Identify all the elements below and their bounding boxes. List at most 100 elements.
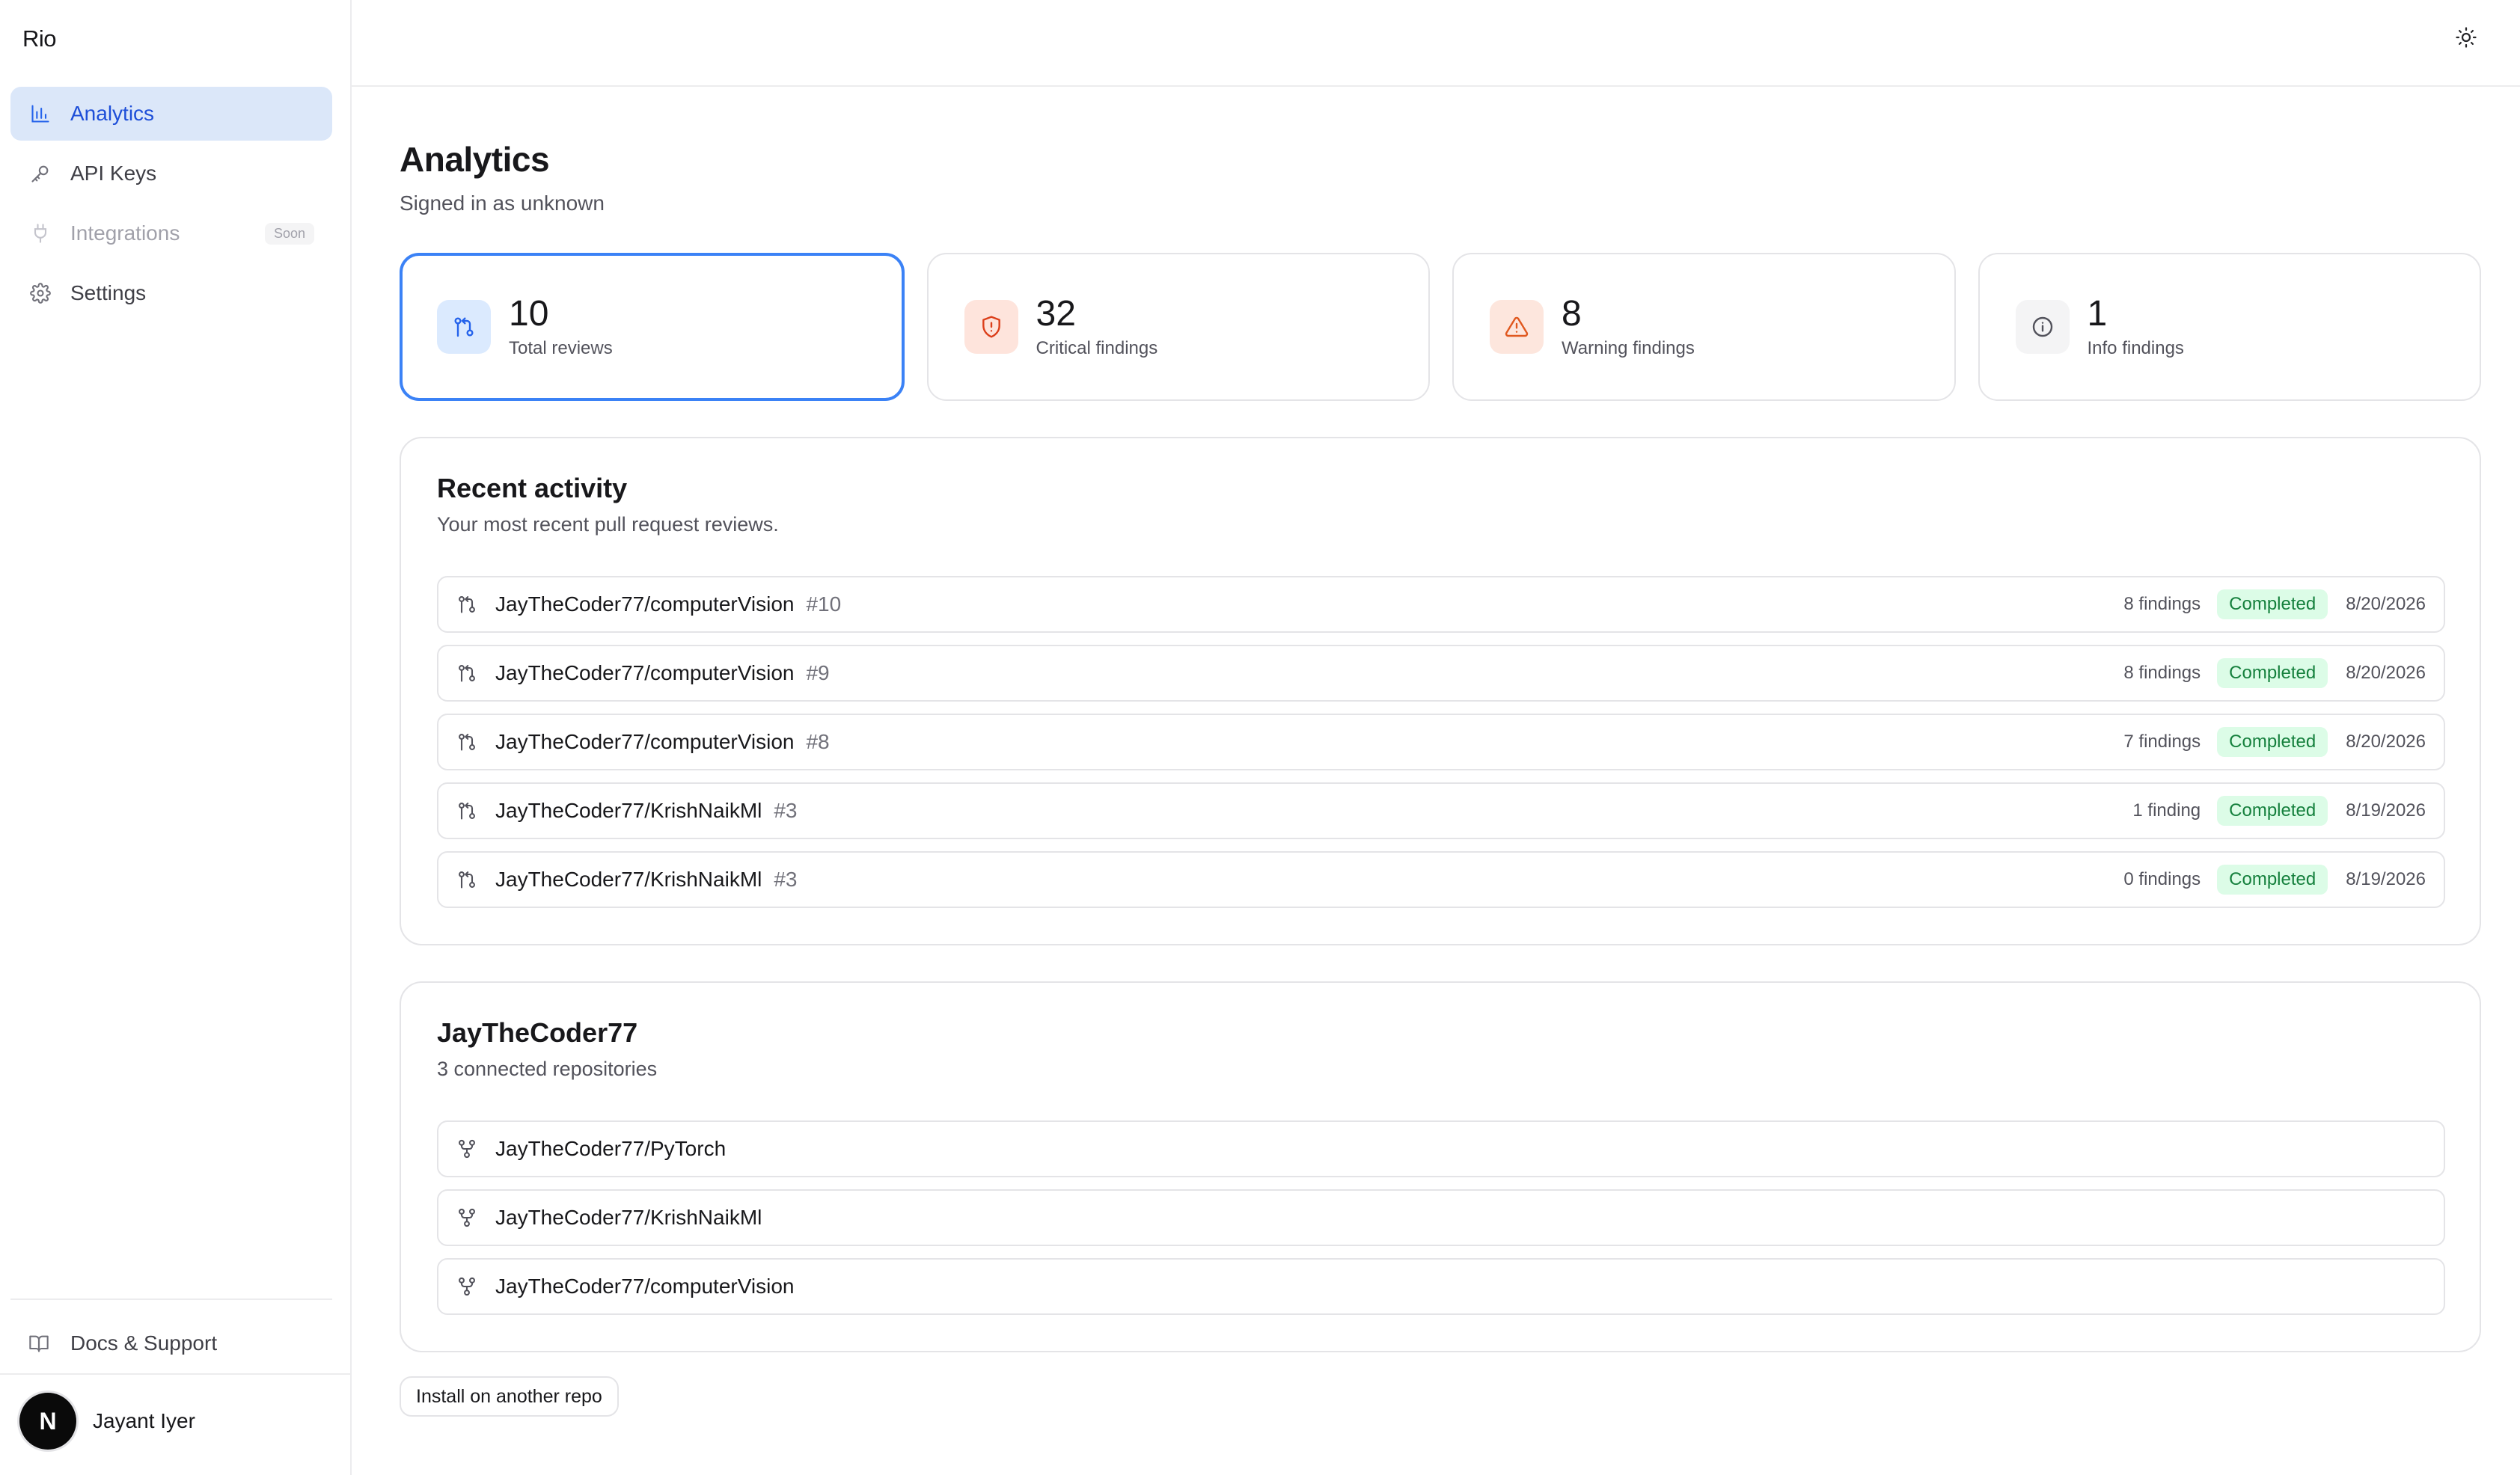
repo-name: JayTheCoder77/KrishNaikMl (495, 799, 762, 822)
status-badge: Completed (2217, 796, 2328, 826)
git-pull-request-icon (456, 662, 479, 684)
sidebar-nav: Analytics API Keys Integrations Soon Set… (10, 87, 332, 326)
stat-card-warning-findings[interactable]: 8 Warning findings (1452, 253, 1956, 401)
repo-list: JayTheCoder77/PyTorch JayTheCoder77/Kris… (437, 1120, 2445, 1327)
sidebar-item-label: Integrations (70, 221, 180, 245)
findings-count: 8 findings (2123, 663, 2201, 683)
stat-label: Info findings (2087, 338, 2184, 358)
stat-value: 10 (509, 294, 549, 334)
repo-row[interactable]: JayTheCoder77/computerVision (437, 1258, 2445, 1315)
repo-row[interactable]: JayTheCoder77/PyTorch (437, 1120, 2445, 1177)
shield-alert-icon (964, 300, 1018, 354)
pr-number: #3 (774, 868, 798, 891)
sidebar-item-label: Analytics (70, 102, 155, 125)
sidebar-item-integrations: Integrations Soon (10, 206, 332, 260)
bar-chart-icon (28, 102, 52, 126)
key-icon (28, 162, 52, 185)
stat-label: Critical findings (1036, 338, 1158, 358)
recent-activity-title: Recent activity (437, 473, 628, 503)
main-content: Analytics Signed in as unknown 10 Total … (400, 139, 2481, 1417)
sidebar-item-settings[interactable]: Settings (10, 266, 332, 320)
stat-card-info-findings[interactable]: 1 Info findings (1978, 253, 2481, 401)
sidebar-item-api-keys[interactable]: API Keys (10, 147, 332, 200)
activity-row[interactable]: JayTheCoder77/computerVision #9 8 findin… (437, 645, 2445, 702)
warning-triangle-icon (1490, 300, 1544, 354)
gear-icon (28, 281, 52, 305)
status-badge: Completed (2217, 658, 2328, 688)
sun-icon (2455, 26, 2477, 52)
stat-card-critical-findings[interactable]: 32 Critical findings (926, 253, 1430, 401)
recent-activity-subtitle: Your most recent pull request reviews. (437, 513, 779, 536)
stats-row: 10 Total reviews 32 Critical findings 8 … (400, 253, 2481, 401)
book-icon (28, 1331, 52, 1355)
activity-row[interactable]: JayTheCoder77/computerVision #10 8 findi… (437, 576, 2445, 633)
stat-card-total-reviews[interactable]: 10 Total reviews (400, 253, 905, 401)
theme-toggle-button[interactable] (2450, 22, 2483, 55)
pr-number: #8 (806, 730, 830, 753)
soon-badge: Soon (264, 223, 314, 245)
findings-count: 7 findings (2123, 732, 2201, 752)
status-badge: Completed (2217, 865, 2328, 895)
user-profile[interactable]: N Jayant Iyer (19, 1393, 195, 1450)
avatar: N (19, 1393, 76, 1450)
review-date: 8/19/2026 (2346, 869, 2426, 889)
info-icon (2015, 300, 2070, 354)
repos-owner-title: JayTheCoder77 (437, 1017, 638, 1048)
repo-row[interactable]: JayTheCoder77/KrishNaikMl (437, 1189, 2445, 1246)
git-pull-request-icon (456, 593, 479, 616)
connected-repos-card: JayTheCoder77 3 connected repositories J… (400, 981, 2481, 1352)
install-another-repo-button[interactable]: Install on another repo (400, 1376, 619, 1417)
status-badge: Completed (2217, 727, 2328, 757)
stat-label: Warning findings (1562, 338, 1695, 358)
review-date: 8/20/2026 (2346, 732, 2426, 752)
stat-label: Total reviews (509, 338, 613, 358)
sidebar: Rio Analytics API Keys Integrations Soon (0, 0, 352, 1475)
git-fork-icon (456, 1206, 479, 1229)
review-date: 8/20/2026 (2346, 663, 2426, 683)
findings-count: 1 finding (2132, 800, 2201, 821)
app-logo[interactable]: Rio (22, 25, 57, 52)
findings-count: 0 findings (2123, 869, 2201, 889)
repo-name: JayTheCoder77/computerVision (495, 1275, 795, 1298)
git-fork-icon (456, 1138, 479, 1160)
docs-support-link[interactable]: Docs & Support (28, 1331, 217, 1355)
status-badge: Completed (2217, 589, 2328, 619)
stat-value: 8 (1562, 294, 1582, 334)
user-name: Jayant Iyer (93, 1409, 195, 1432)
stat-value: 32 (1036, 294, 1076, 334)
git-fork-icon (456, 1275, 479, 1298)
git-pull-request-icon (456, 800, 479, 822)
pr-number: #10 (806, 592, 842, 616)
top-bar (352, 0, 2520, 87)
activity-row[interactable]: JayTheCoder77/KrishNaikMl #3 0 findings … (437, 851, 2445, 908)
sidebar-item-label: API Keys (70, 162, 157, 185)
page-subtitle: Signed in as unknown (400, 191, 605, 215)
pr-number: #3 (774, 799, 798, 822)
pr-number: #9 (806, 661, 830, 684)
repo-name: JayTheCoder77/KrishNaikMl (495, 868, 762, 891)
page-title: Analytics (400, 140, 550, 179)
docs-support-label: Docs & Support (70, 1331, 218, 1355)
sidebar-item-analytics[interactable]: Analytics (10, 87, 332, 141)
repo-name: JayTheCoder77/KrishNaikMl (495, 1206, 762, 1229)
recent-activity-card: Recent activity Your most recent pull re… (400, 437, 2481, 945)
git-pull-request-icon (437, 300, 491, 354)
plug-icon (28, 221, 52, 245)
activity-list: JayTheCoder77/computerVision #10 8 findi… (437, 576, 2445, 920)
review-date: 8/19/2026 (2346, 800, 2426, 821)
findings-count: 8 findings (2123, 594, 2201, 614)
review-date: 8/20/2026 (2346, 594, 2426, 614)
activity-row[interactable]: JayTheCoder77/computerVision #8 7 findin… (437, 714, 2445, 770)
repo-name: JayTheCoder77/computerVision (495, 730, 795, 753)
repo-name: JayTheCoder77/PyTorch (495, 1137, 727, 1160)
git-pull-request-icon (456, 868, 479, 891)
stat-value: 1 (2087, 294, 2108, 334)
sidebar-item-label: Settings (70, 281, 147, 304)
activity-row[interactable]: JayTheCoder77/KrishNaikMl #3 1 finding C… (437, 782, 2445, 839)
repos-count-subtitle: 3 connected repositories (437, 1058, 658, 1080)
repo-name: JayTheCoder77/computerVision (495, 592, 795, 616)
user-divider (0, 1373, 352, 1375)
sidebar-divider (10, 1298, 332, 1300)
git-pull-request-icon (456, 731, 479, 753)
repo-name: JayTheCoder77/computerVision (495, 661, 795, 684)
